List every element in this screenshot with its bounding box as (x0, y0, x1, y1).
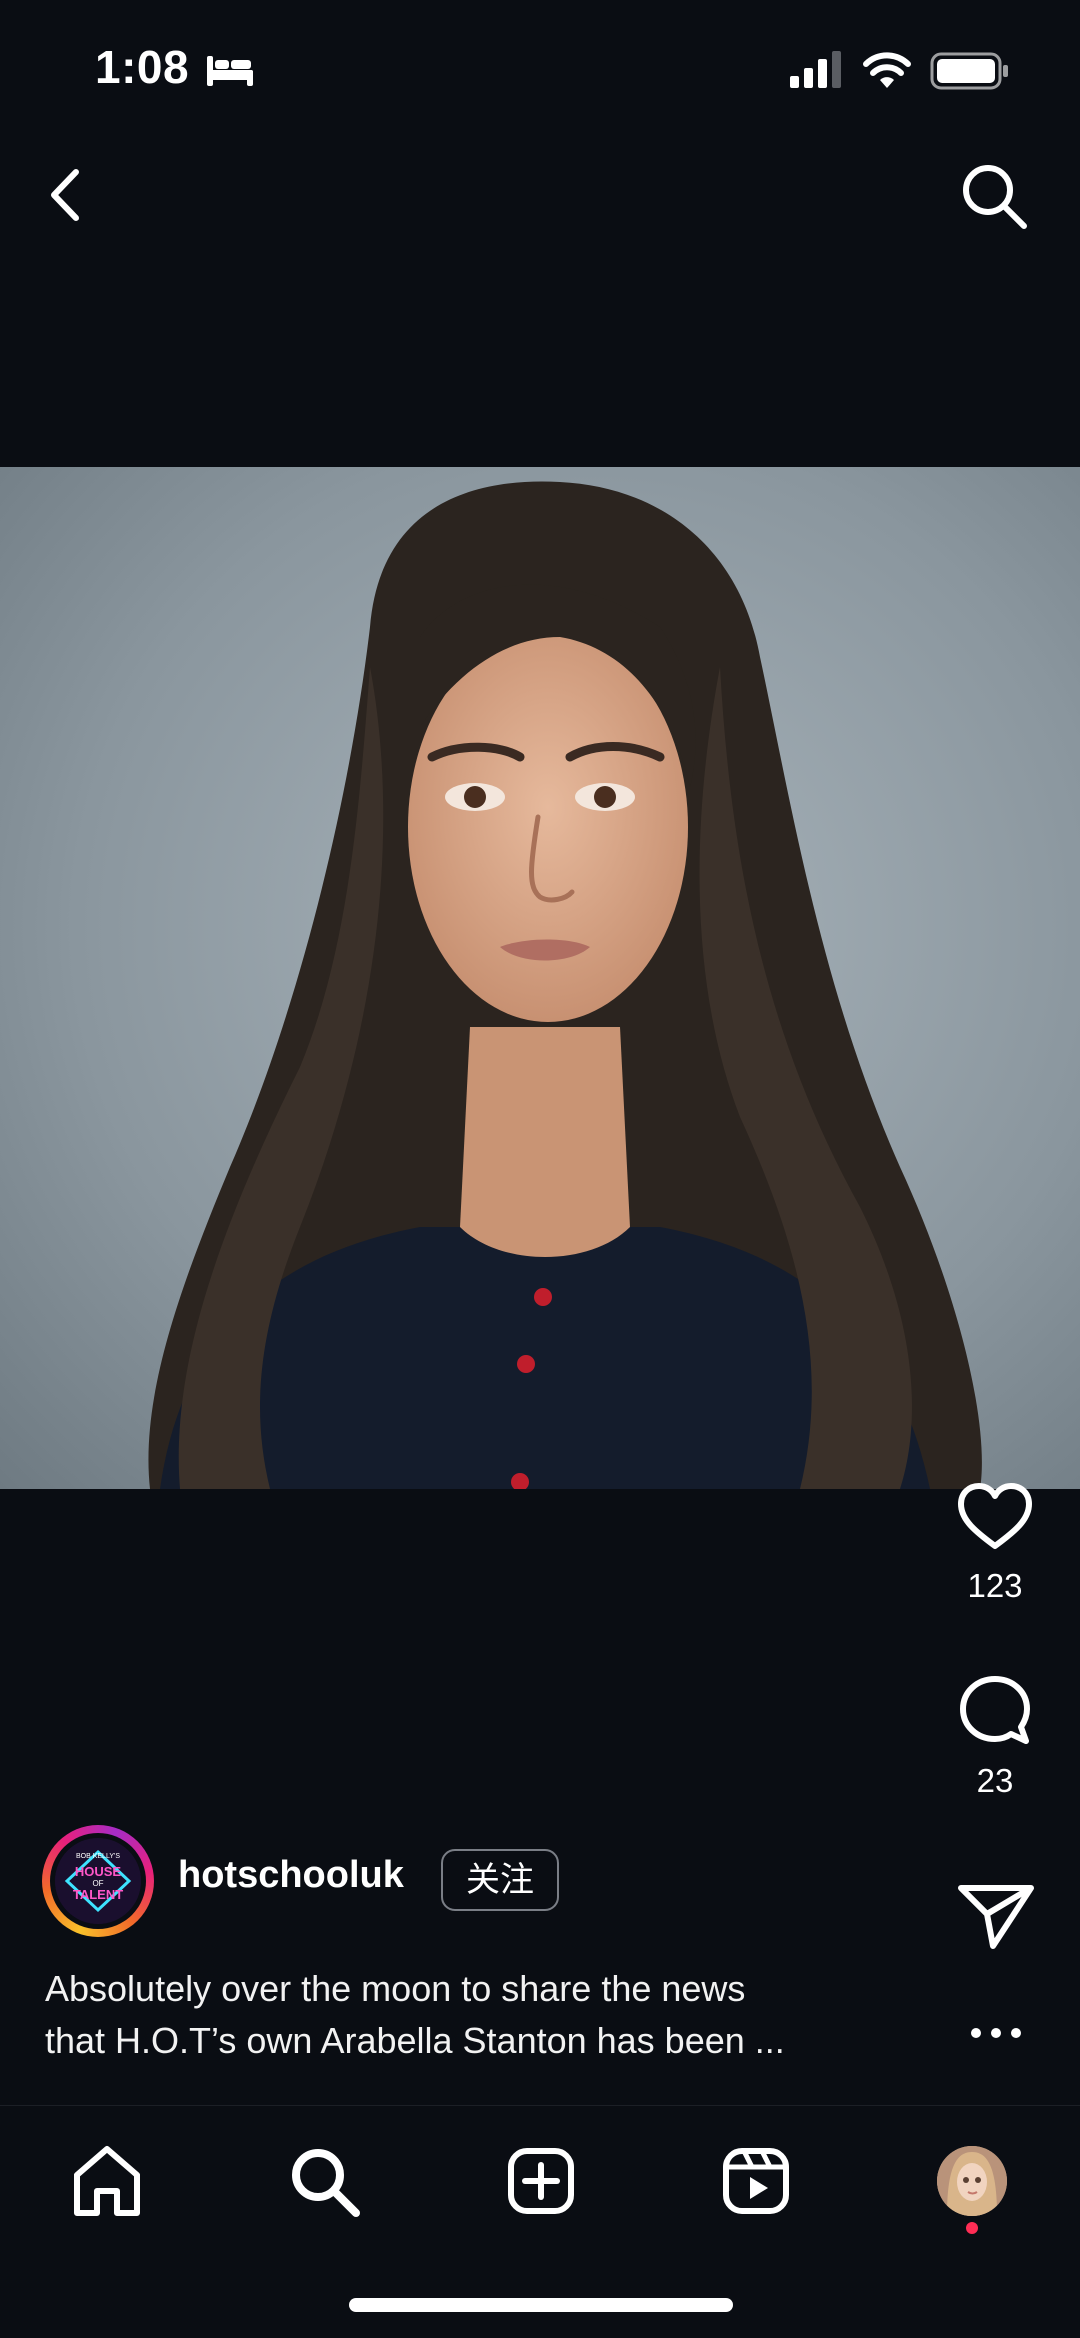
reels-icon[interactable] (716, 2141, 796, 2221)
post-image[interactable] (0, 467, 1080, 1489)
sleep-icon (207, 56, 253, 86)
caption-line-1: Absolutely over the moon to share the ne… (45, 1968, 746, 2009)
logo-line-4: TALENT (73, 1887, 123, 1902)
cellular-signal-icon (790, 51, 841, 88)
logo-line-2: HOUSE (75, 1864, 122, 1879)
more-options-button[interactable] (966, 2013, 1026, 2053)
profile-tab[interactable] (932, 2141, 1012, 2221)
post-caption[interactable]: Absolutely over the moon to share the ne… (45, 1963, 905, 2067)
author-username[interactable]: hotschooluk (178, 1854, 404, 1897)
back-button[interactable] (40, 160, 90, 230)
comment-action[interactable]: 23 (935, 1675, 1055, 1800)
more-dots-icon (971, 2028, 1021, 2038)
logo-line-1: BOB KELLY'S (76, 1853, 120, 1860)
like-count: 123 (967, 1567, 1023, 1604)
heart-icon[interactable] (956, 1482, 1034, 1552)
comment-icon[interactable] (959, 1675, 1031, 1747)
wifi-icon (863, 52, 911, 88)
search-icon (963, 165, 1027, 229)
author-avatar[interactable]: BOB KELLY'S HOUSE OF TALENT (55, 1838, 141, 1924)
paper-plane-icon (958, 1885, 1034, 1949)
caption-line-2: that H.O.T’s own Arabella Stanton has be… (45, 2020, 785, 2061)
search-button[interactable] (958, 160, 1030, 232)
status-time: 1:08 (95, 41, 190, 93)
profile-avatar[interactable] (937, 2146, 1007, 2216)
home-icon[interactable] (67, 2141, 147, 2221)
search-icon[interactable] (284, 2141, 364, 2221)
create-icon[interactable] (501, 2141, 581, 2221)
share-button[interactable] (955, 1880, 1037, 1952)
home-indicator[interactable] (349, 2298, 733, 2312)
comment-count: 23 (976, 1762, 1014, 1799)
follow-button[interactable]: 关注 (441, 1849, 559, 1911)
battery-icon (930, 52, 1008, 90)
like-action[interactable]: 123 (935, 1482, 1055, 1605)
chevron-left-icon (51, 169, 79, 221)
notification-dot (966, 2222, 978, 2234)
